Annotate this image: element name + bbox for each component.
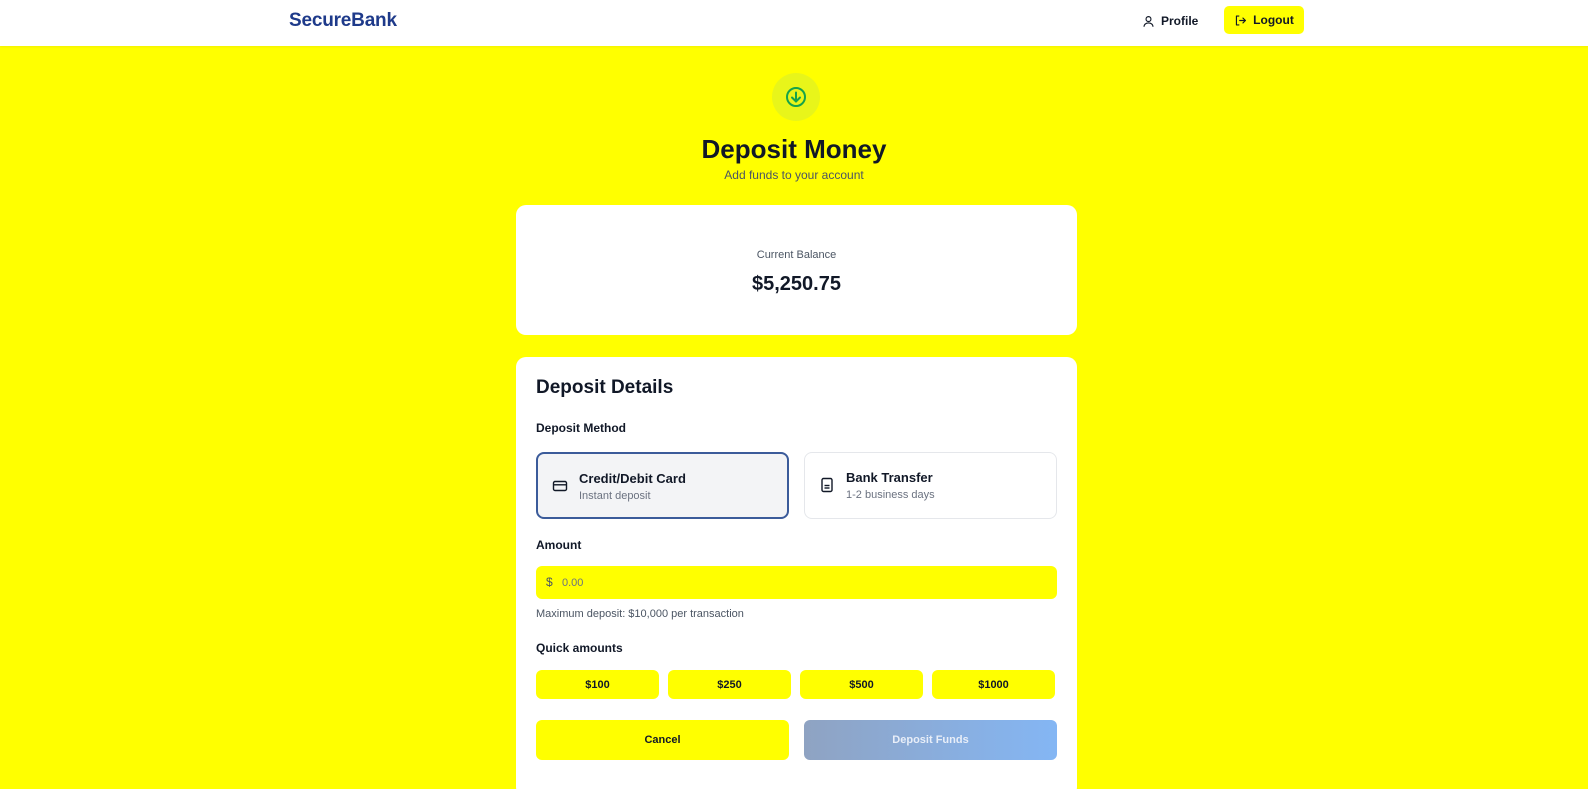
brand-logo[interactable]: SecureBank	[289, 10, 397, 32]
arrow-down-circle-icon	[786, 87, 806, 107]
page-subtitle: Add funds to your account	[724, 168, 864, 182]
user-icon	[1143, 15, 1154, 27]
deposit-details-card: Deposit Details Deposit Method Credit/De…	[516, 357, 1077, 789]
method-title: Bank Transfer	[846, 470, 933, 485]
method-subtitle: 1-2 business days	[846, 489, 935, 501]
quick-amount-button[interactable]: $100	[536, 670, 659, 699]
method-option-card[interactable]: Credit/Debit Card Instant deposit	[536, 452, 789, 519]
details-title: Deposit Details	[536, 377, 674, 398]
credit-card-icon	[552, 480, 568, 492]
amount-field[interactable]: $	[536, 566, 1057, 599]
logout-button[interactable]: Logout	[1224, 6, 1304, 34]
amount-input[interactable]	[562, 566, 1052, 599]
logout-label: Logout	[1253, 13, 1294, 27]
profile-label: Profile	[1161, 14, 1199, 28]
quick-amount-button[interactable]: $1000	[932, 670, 1055, 699]
amount-hint: Maximum deposit: $10,000 per transaction	[536, 608, 744, 620]
method-title: Credit/Debit Card	[579, 471, 686, 486]
quick-amounts-label: Quick amounts	[536, 641, 623, 655]
quick-amount-button[interactable]: $250	[668, 670, 791, 699]
balance-value: $5,250.75	[752, 273, 841, 295]
balance-card: Current Balance $5,250.75	[516, 205, 1077, 335]
method-option-bank[interactable]: Bank Transfer 1-2 business days	[804, 452, 1057, 519]
logout-icon	[1236, 14, 1247, 26]
deposit-hero-badge	[772, 73, 820, 121]
deposit-method-label: Deposit Method	[536, 421, 626, 435]
deposit-funds-button[interactable]: Deposit Funds	[804, 720, 1057, 760]
bank-icon	[821, 477, 833, 493]
amount-label: Amount	[536, 538, 582, 552]
method-subtitle: Instant deposit	[579, 490, 651, 502]
top-navbar: SecureBank Profile Logout	[0, 0, 1588, 46]
cancel-button[interactable]: Cancel	[536, 720, 789, 760]
currency-prefix: $	[546, 575, 553, 589]
balance-label: Current Balance	[756, 249, 837, 261]
profile-button[interactable]: Profile	[1142, 9, 1198, 33]
page-title: Deposit Money	[701, 134, 887, 164]
quick-amount-button[interactable]: $500	[800, 670, 923, 699]
